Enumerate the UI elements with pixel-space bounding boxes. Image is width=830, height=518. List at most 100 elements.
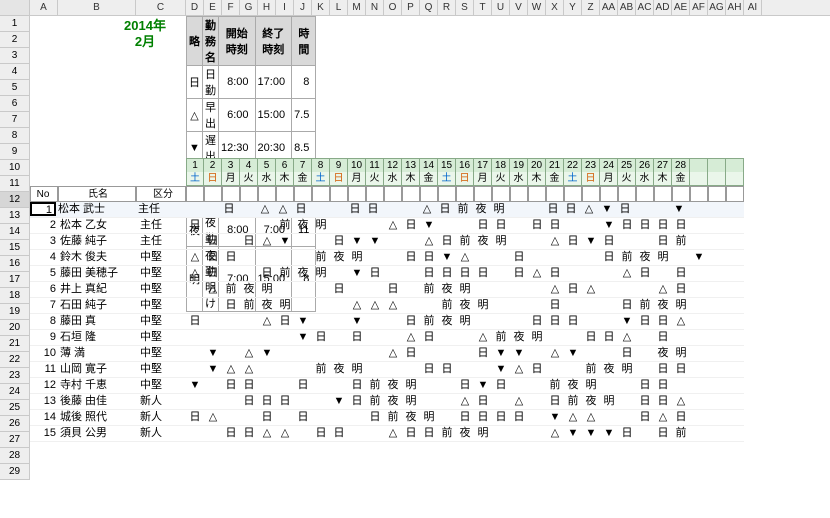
cell-shift[interactable] (564, 266, 582, 282)
cell-shift[interactable] (600, 266, 618, 282)
cell-shift[interactable]: 日 (546, 218, 564, 234)
cell-shift[interactable]: 日 (474, 266, 492, 282)
cell-shift[interactable]: △ (384, 346, 402, 362)
cell-shift[interactable]: 日 (564, 282, 582, 298)
cell-shift[interactable] (204, 218, 222, 234)
cell-shift[interactable]: 日 (240, 394, 258, 410)
cell-shift[interactable]: 夜 (330, 250, 348, 266)
cell-shift[interactable]: 日 (222, 250, 240, 266)
cell-shift[interactable] (366, 314, 384, 330)
cell-shift[interactable] (546, 362, 564, 378)
col-header-AB[interactable]: AB (618, 0, 636, 15)
cell-shift[interactable]: ▼ (348, 266, 366, 282)
cell-shift[interactable]: 日 (204, 234, 222, 250)
cell-shift[interactable] (204, 330, 222, 346)
cell-shift[interactable] (690, 346, 708, 362)
cell-cat[interactable]: 中堅 (136, 266, 186, 282)
cell-shift[interactable] (636, 282, 654, 298)
cell-shift[interactable] (204, 378, 222, 394)
cell-shift[interactable]: 夜 (474, 234, 492, 250)
col-header-W[interactable]: W (528, 0, 546, 15)
cell-shift[interactable] (528, 394, 546, 410)
day-num[interactable]: 9 (330, 158, 348, 172)
hdr-name[interactable]: 氏名 (58, 186, 136, 202)
cell-shift[interactable]: 明 (490, 202, 508, 218)
cell-shift[interactable] (222, 314, 240, 330)
cell-shift[interactable]: 日 (456, 378, 474, 394)
day-num[interactable]: 4 (240, 158, 258, 172)
cell-shift[interactable]: ▼ (330, 394, 348, 410)
cell-shift[interactable]: 日 (600, 330, 618, 346)
day-weekday[interactable]: 土 (312, 172, 330, 186)
cell-shift[interactable]: 夜 (330, 362, 348, 378)
cell-shift[interactable]: 前 (582, 362, 600, 378)
cell-shift[interactable] (366, 282, 384, 298)
cell-shift[interactable] (186, 362, 204, 378)
day-weekday[interactable]: 水 (636, 172, 654, 186)
cell-shift[interactable] (510, 378, 528, 394)
cell-shift[interactable]: 夜 (438, 314, 456, 330)
cell-name[interactable]: 藤田 真 (58, 314, 136, 330)
cell-no[interactable]: 8 (30, 314, 58, 330)
cell-shift[interactable] (672, 378, 690, 394)
day-weekday[interactable]: 火 (492, 172, 510, 186)
cell-shift[interactable]: 日 (292, 202, 310, 218)
cell-shift[interactable]: 日 (294, 378, 312, 394)
hdr-day[interactable] (726, 186, 744, 202)
cell-shift[interactable] (690, 378, 708, 394)
cell-shift[interactable]: 前 (564, 394, 582, 410)
cell-shift[interactable]: 日 (312, 426, 330, 442)
cell-no[interactable]: 2 (30, 218, 58, 234)
cell-shift[interactable]: 前 (546, 378, 564, 394)
cell-shift[interactable] (366, 250, 384, 266)
cell-shift[interactable] (492, 282, 510, 298)
cell-shift[interactable]: △ (528, 266, 546, 282)
cell-shift[interactable] (690, 218, 708, 234)
hdr-day[interactable] (222, 186, 240, 202)
cell-shift[interactable] (726, 234, 744, 250)
day-weekday[interactable] (726, 172, 744, 186)
cell-shift[interactable]: 前 (420, 282, 438, 298)
hdr-day[interactable] (564, 186, 582, 202)
cell-shift[interactable] (294, 426, 312, 442)
cell-shift[interactable]: △ (546, 346, 564, 362)
cell-shift[interactable]: 前 (384, 410, 402, 426)
cell-shift[interactable] (508, 202, 526, 218)
cell-shift[interactable]: △ (186, 250, 204, 266)
cell-shift[interactable]: 夜 (258, 298, 276, 314)
cell-shift[interactable]: 前 (420, 314, 438, 330)
col-header-H[interactable]: H (258, 0, 276, 15)
cell-shift[interactable]: 日 (492, 218, 510, 234)
cell-shift[interactable] (258, 250, 276, 266)
cell-shift[interactable] (492, 314, 510, 330)
day-weekday[interactable]: 月 (222, 172, 240, 186)
hdr-day[interactable] (186, 186, 204, 202)
col-header-Z[interactable]: Z (582, 0, 600, 15)
cell-shift[interactable]: △ (456, 394, 474, 410)
cell-shift[interactable] (276, 410, 294, 426)
hdr-day[interactable] (240, 186, 258, 202)
cell-shift[interactable] (186, 234, 204, 250)
cell-shift[interactable] (366, 426, 384, 442)
cell-shift[interactable]: 日 (474, 410, 492, 426)
day-weekday[interactable] (708, 172, 726, 186)
cell-shift[interactable] (456, 346, 474, 362)
cell-shift[interactable]: 日 (510, 250, 528, 266)
day-num[interactable]: 24 (600, 158, 618, 172)
cell-name[interactable]: 佐藤 純子 (58, 234, 136, 250)
cell-shift[interactable]: △ (366, 298, 384, 314)
cell-shift[interactable]: 明 (420, 410, 438, 426)
row-header-2[interactable]: 2 (0, 32, 30, 48)
cell-shift[interactable] (222, 266, 240, 282)
cell-shift[interactable]: 日 (240, 234, 258, 250)
col-header-X[interactable]: X (546, 0, 564, 15)
cell-shift[interactable]: △ (564, 410, 582, 426)
cell-shift[interactable] (582, 298, 600, 314)
row-header-9[interactable]: 9 (0, 144, 30, 160)
cell-shift[interactable] (276, 282, 294, 298)
day-num[interactable]: 15 (438, 158, 456, 172)
cell-shift[interactable]: ▼ (510, 346, 528, 362)
cell-shift[interactable]: 日 (222, 298, 240, 314)
cell-shift[interactable]: ▼ (492, 346, 510, 362)
cell-shift[interactable]: ▼ (294, 330, 312, 346)
